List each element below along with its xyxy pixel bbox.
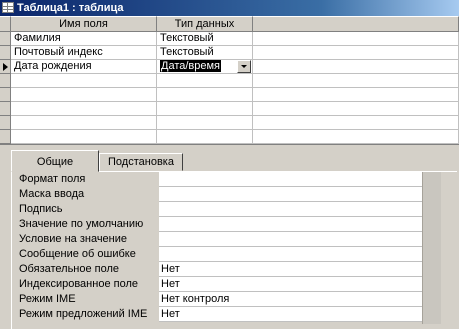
property-label: Индексированное поле [19, 278, 138, 290]
row-selector[interactable] [0, 60, 11, 74]
description-cell[interactable] [253, 88, 459, 102]
field-name-cell[interactable]: Фамилия [11, 32, 157, 46]
tab-lookup[interactable]: Подстановка [99, 153, 183, 171]
property-label: Значение по умолчанию [19, 218, 144, 230]
field-name-cell[interactable] [11, 102, 157, 116]
property-label: Режим IME [19, 293, 76, 305]
title-bar[interactable]: Таблица1 : таблица [0, 0, 459, 16]
row-selector[interactable] [0, 102, 11, 116]
field-grid: Имя поля Тип данных Фамилия Текстовый Почт… [0, 16, 459, 144]
data-type-combo[interactable]: Дата/время [157, 60, 253, 74]
table-row[interactable]: Фамилия Текстовый [11, 32, 459, 46]
description-cell[interactable] [253, 102, 459, 116]
field-name-cell[interactable]: Почтовый индекс [11, 46, 157, 60]
property-row: Сообщение об ошибке [16, 247, 422, 262]
property-row: Индексированное поле Нет [16, 277, 422, 292]
row-selector[interactable] [0, 116, 11, 130]
header-field-name[interactable]: Имя поля [11, 16, 157, 32]
header-description[interactable] [253, 16, 459, 32]
property-value[interactable] [159, 232, 422, 247]
property-row: Режим IME Нет контроля [16, 292, 422, 307]
description-cell[interactable] [253, 46, 459, 60]
description-cell[interactable] [253, 74, 459, 88]
window-title: Таблица1 : таблица [17, 2, 124, 14]
data-type-cell[interactable] [157, 116, 253, 130]
description-cell[interactable] [253, 116, 459, 130]
property-row: Формат поля [16, 172, 422, 187]
row-selector[interactable] [0, 88, 11, 102]
table-row[interactable] [11, 88, 459, 102]
property-row: Условие на значение [16, 232, 422, 247]
table-row[interactable] [11, 102, 459, 116]
field-name-cell[interactable] [11, 74, 157, 88]
property-label: Маска ввода [19, 188, 85, 200]
field-name-cell[interactable] [11, 116, 157, 130]
description-cell[interactable] [253, 130, 459, 144]
property-value[interactable] [159, 172, 422, 187]
chevron-down-icon[interactable] [237, 60, 251, 73]
tab-general[interactable]: Общие [11, 150, 99, 172]
description-cell[interactable] [253, 32, 459, 46]
property-value[interactable]: Нет [159, 307, 422, 322]
property-label: Формат поля [19, 173, 86, 185]
property-row: Обязательное поле Нет [16, 262, 422, 277]
field-name-cell[interactable]: Дата рождения [11, 60, 157, 74]
data-type-cell[interactable]: Текстовый [157, 32, 253, 46]
field-name-cell[interactable] [11, 130, 157, 144]
row-selector[interactable] [0, 32, 11, 46]
property-label: Подпись [19, 203, 63, 215]
description-cell[interactable] [253, 60, 459, 74]
data-type-selected[interactable]: Дата/время [160, 60, 222, 72]
property-value[interactable] [159, 217, 422, 232]
table-row[interactable] [11, 74, 459, 88]
properties-scrollbar[interactable] [422, 172, 441, 324]
data-type-cell[interactable]: Текстовый [157, 46, 253, 60]
row-selector[interactable] [0, 74, 11, 88]
data-type-cell[interactable] [157, 102, 253, 116]
property-value[interactable]: Нет [159, 277, 422, 292]
table-row[interactable] [11, 130, 459, 144]
property-label: Режим предложений IME [19, 308, 148, 320]
header-data-type[interactable]: Тип данных [157, 16, 253, 32]
table-row[interactable]: Почтовый индекс Текстовый [11, 46, 459, 60]
data-type-cell[interactable] [157, 88, 253, 102]
property-label: Условие на значение [19, 233, 128, 245]
row-pointer-icon [3, 63, 8, 71]
table-row[interactable]: Дата рождения Дата/время [11, 60, 459, 74]
property-row: Режим предложений IME Нет [16, 307, 422, 322]
property-value[interactable]: Нет [159, 262, 422, 277]
property-value[interactable] [159, 202, 422, 217]
field-name-cell[interactable] [11, 88, 157, 102]
data-type-cell[interactable] [157, 74, 253, 88]
property-label: Сообщение об ошибке [19, 248, 136, 260]
data-type-cell[interactable] [157, 130, 253, 144]
property-label: Обязательное поле [19, 263, 120, 275]
property-row: Маска ввода [16, 187, 422, 202]
property-row: Значение по умолчанию [16, 217, 422, 232]
property-value[interactable]: Нет контроля [159, 292, 422, 307]
property-value[interactable] [159, 187, 422, 202]
corner-header [0, 16, 11, 32]
property-value[interactable] [159, 247, 422, 262]
row-selector[interactable] [0, 130, 11, 144]
property-row: Подпись [16, 202, 422, 217]
table-icon [2, 2, 14, 13]
table-row[interactable] [11, 116, 459, 130]
row-selector[interactable] [0, 46, 11, 60]
